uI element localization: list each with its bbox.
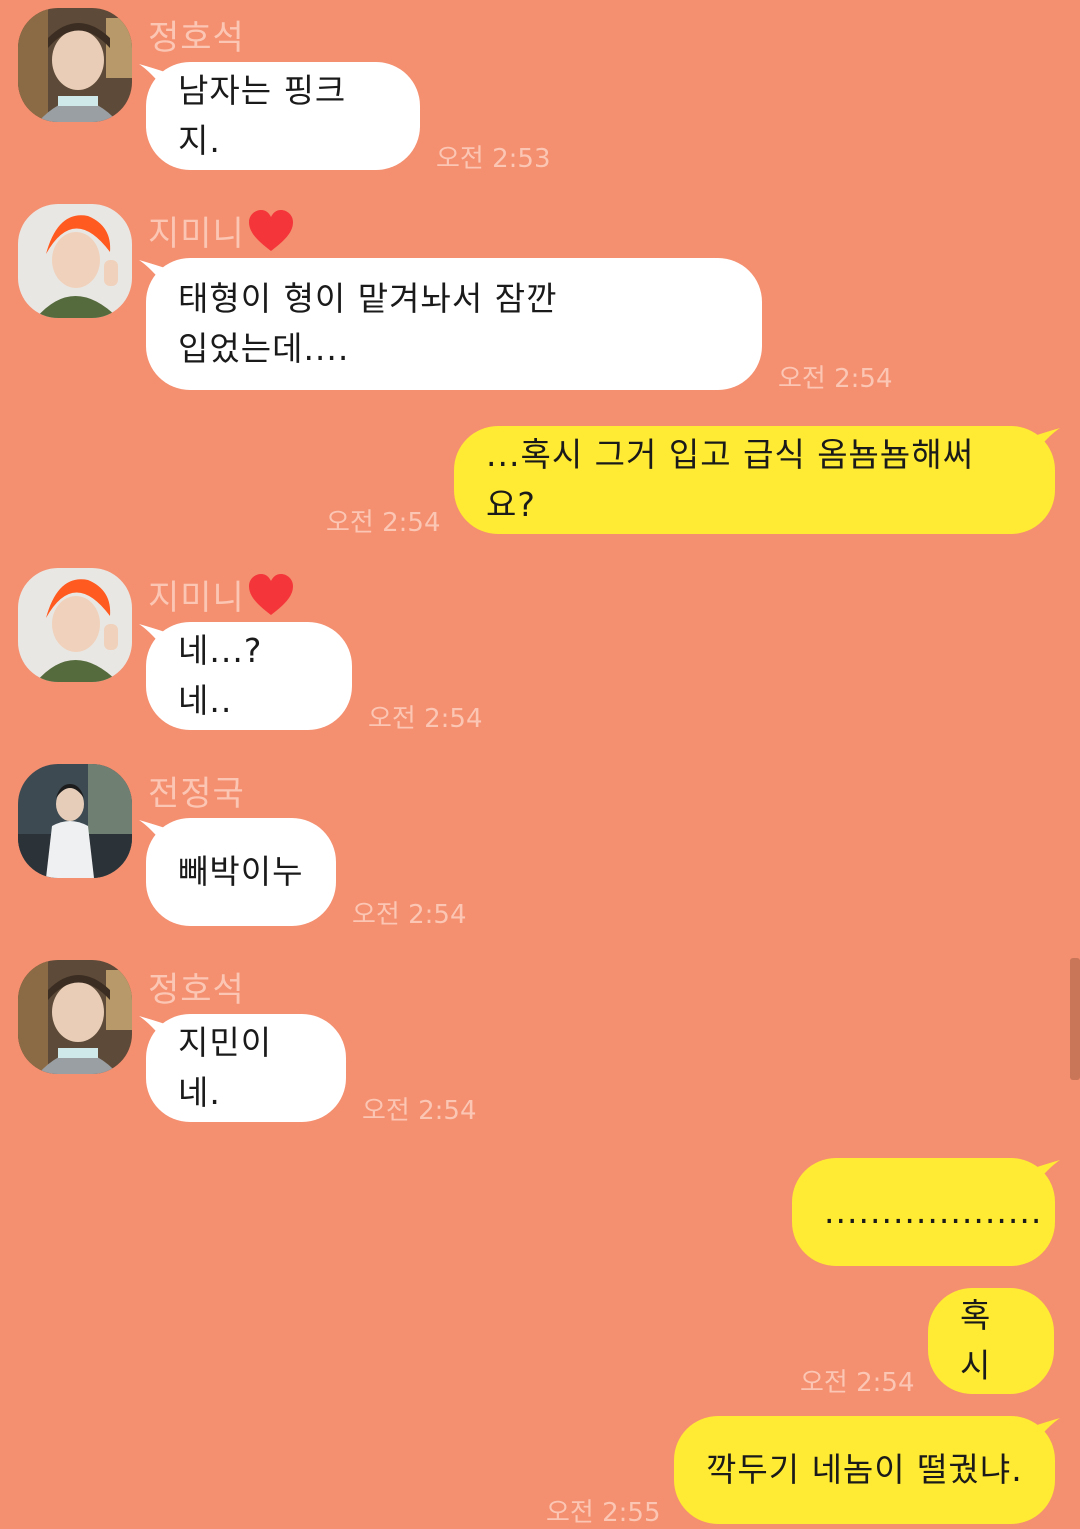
message-time: 오전 2:54: [368, 704, 483, 734]
sender-name: 정호석: [148, 970, 245, 1010]
message-time: 오전 2:53: [436, 144, 551, 174]
message-text: 깍두기 네놈이 떨궜냐.: [706, 1450, 1023, 1489]
message-bubble[interactable]: 혹시: [928, 1288, 1054, 1394]
avatar-hoseok[interactable]: [18, 8, 132, 122]
message-time: 오전 2:54: [800, 1368, 915, 1398]
sender-name: 지미니: [148, 206, 295, 255]
message-text: 네...? 네..: [178, 631, 263, 720]
heart-icon: [248, 210, 293, 251]
avatar-jimin[interactable]: [18, 204, 132, 318]
message-time: 오전 2:54: [362, 1096, 477, 1126]
sender-name: 지미니: [148, 570, 295, 619]
message-time: 오전 2:54: [352, 900, 467, 930]
avatar-jimin-image: [18, 568, 132, 682]
bubble-tail: [1034, 1418, 1060, 1444]
heart-icon: [248, 574, 293, 615]
bubble-tail: [1034, 428, 1060, 454]
message-text: 혹시: [960, 1296, 992, 1385]
avatar-jimin[interactable]: [18, 568, 132, 682]
message-bubble[interactable]: 네...? 네..: [146, 622, 352, 730]
message-text: 지민이네.: [178, 1023, 273, 1112]
sender-name: 전정국: [148, 774, 245, 814]
message-bubble[interactable]: 지민이네.: [146, 1014, 346, 1122]
message-bubble[interactable]: 태형이 형이 맡겨놔서 잠깐 입었는데....: [146, 258, 762, 390]
message-time: 오전 2:54: [778, 364, 893, 394]
avatar-jimin-image: [18, 204, 132, 318]
sender-name: 정호석: [148, 18, 245, 58]
message-bubble[interactable]: 빼박이누: [146, 818, 336, 926]
sender-name-text: 지미니: [148, 578, 245, 618]
message-time: 오전 2:54: [326, 508, 441, 538]
message-time: 오전 2:55: [546, 1498, 661, 1528]
message-text: 빼박이누: [178, 852, 304, 891]
message-bubble[interactable]: ...혹시 그거 입고 급식 옴뇸뇸해써요?: [454, 426, 1055, 534]
sender-name-text: 지미니: [148, 214, 245, 254]
avatar-hoseok[interactable]: [18, 960, 132, 1074]
avatar-hoseok-image: [18, 960, 132, 1074]
message-bubble[interactable]: 깍두기 네놈이 떨궜냐.: [674, 1416, 1055, 1524]
avatar-hoseok-image: [18, 8, 132, 122]
message-bubble[interactable]: 남자는 핑크지.: [146, 62, 420, 170]
message-text: ...................: [824, 1192, 1043, 1231]
avatar-jungkook-image: [18, 764, 132, 878]
message-text: 태형이 형이 맡겨놔서 잠깐 입었는데....: [178, 279, 558, 368]
message-text: 남자는 핑크지.: [178, 71, 347, 160]
message-bubble[interactable]: ...................: [792, 1158, 1055, 1266]
avatar-jungkook[interactable]: [18, 764, 132, 878]
message-text: ...혹시 그거 입고 급식 옴뇸뇸해써요?: [486, 435, 975, 524]
bubble-tail: [1034, 1160, 1060, 1186]
scrollbar[interactable]: [1070, 958, 1080, 1080]
